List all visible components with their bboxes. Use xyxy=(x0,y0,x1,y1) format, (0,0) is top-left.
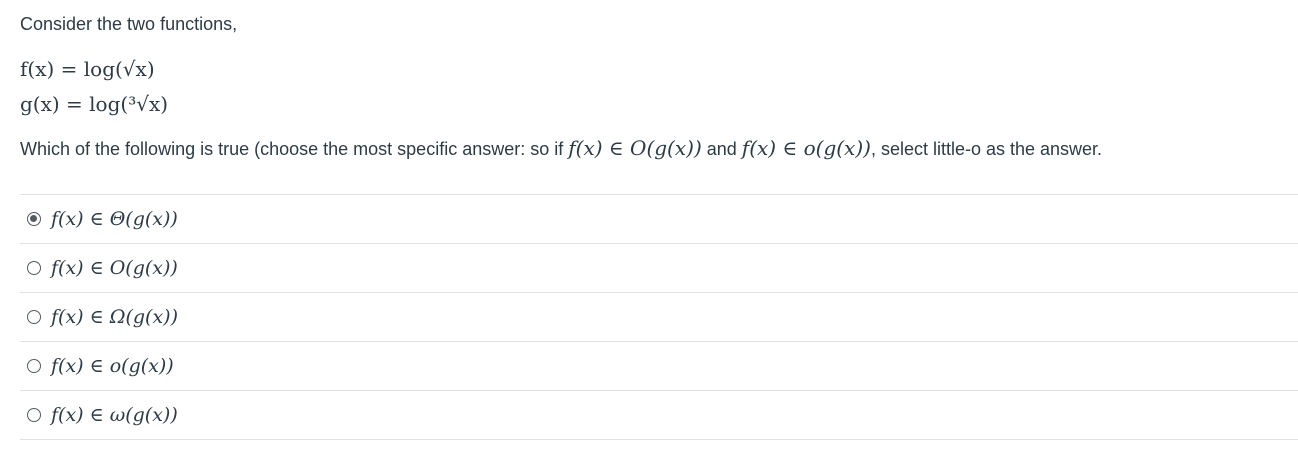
question-prefix: Which of the following is true (choose t… xyxy=(20,139,569,159)
answer-option-omega[interactable]: f(x) ∈ Ω(g(x)) xyxy=(20,293,1298,342)
radio-button[interactable] xyxy=(27,261,41,275)
answer-label[interactable]: f(x) ∈ O(g(x)) xyxy=(51,257,178,279)
answer-option-little-o[interactable]: f(x) ∈ o(g(x)) xyxy=(20,342,1298,391)
question-expr-little-o: f(x) ∈ o(g(x)) xyxy=(741,136,871,160)
answer-label[interactable]: f(x) ∈ ω(g(x)) xyxy=(51,404,178,426)
answer-list: f(x) ∈ Θ(g(x)) f(x) ∈ O(g(x)) f(x) ∈ Ω(g… xyxy=(20,194,1298,440)
radio-button[interactable] xyxy=(27,408,41,422)
question-suffix: , select little-o as the answer. xyxy=(870,139,1103,159)
formula-g: g(x) = log(³√x) xyxy=(20,92,169,116)
question-intro: Consider the two functions, xyxy=(20,14,238,34)
question-middle: and xyxy=(701,139,742,159)
answer-option-theta[interactable]: f(x) ∈ Θ(g(x)) xyxy=(20,195,1298,244)
question-text: Which of the following is true (choose t… xyxy=(20,135,1102,162)
answer-option-little-omega[interactable]: f(x) ∈ ω(g(x)) xyxy=(20,391,1298,440)
answer-label[interactable]: f(x) ∈ Θ(g(x)) xyxy=(51,208,178,230)
answer-label[interactable]: f(x) ∈ o(g(x)) xyxy=(51,355,174,377)
answer-option-big-o[interactable]: f(x) ∈ O(g(x)) xyxy=(20,244,1298,293)
answer-label[interactable]: f(x) ∈ Ω(g(x)) xyxy=(51,306,178,328)
radio-button[interactable] xyxy=(27,359,41,373)
formula-f: f(x) = log(√x) xyxy=(20,57,155,81)
question-expr-big-o: f(x) ∈ O(g(x)) xyxy=(568,136,702,160)
radio-button[interactable] xyxy=(27,212,41,226)
radio-button[interactable] xyxy=(27,310,41,324)
